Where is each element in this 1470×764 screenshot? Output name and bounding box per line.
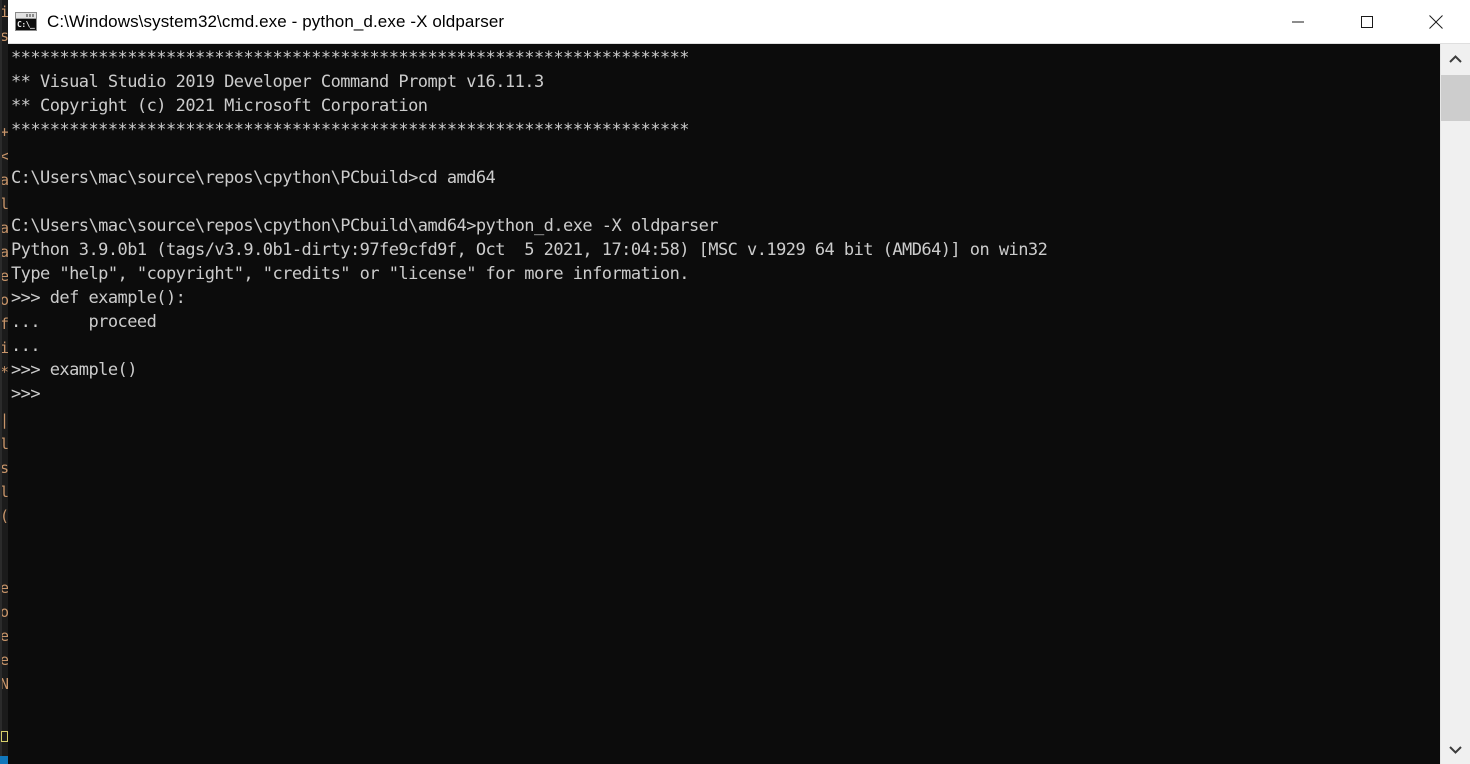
titlebar[interactable]: C:\_ C:\Windows\system32\cmd.exe - pytho…: [8, 0, 1470, 44]
scrollbar-thumb[interactable]: [1441, 75, 1470, 121]
background-window-strip: is +<alaaeofi* |lsl( eoeeN: [0, 0, 8, 764]
window-title: C:\Windows\system32\cmd.exe - python_d.e…: [47, 11, 505, 31]
console-line: Python 3.9.0b1 (tags/v3.9.0b1-dirty:97fe…: [11, 240, 1048, 260]
close-icon: [1428, 15, 1443, 29]
console-line: C:\Users\mac\source\repos\cpython\PCbuil…: [11, 216, 719, 236]
cmd-window: C:\_ C:\Windows\system32\cmd.exe - pytho…: [8, 0, 1470, 764]
console-text: ****************************************…: [11, 46, 1431, 406]
minimize-icon: [1291, 21, 1304, 23]
console-line: ** Copyright (c) 2021 Microsoft Corporat…: [11, 96, 428, 116]
close-button[interactable]: [1401, 0, 1470, 44]
cmd-console-icon: C:\_: [15, 12, 37, 31]
scrollbar-track[interactable]: [1441, 74, 1470, 734]
icon-prompt-text: C:\_: [16, 19, 36, 30]
background-highlight-box: [1, 731, 8, 742]
icon-dots: [26, 14, 35, 17]
chevron-down-icon: [1449, 745, 1462, 754]
console-line: ****************************************…: [11, 48, 690, 68]
background-statusbar: [0, 756, 8, 764]
console-line: >>> def example():: [11, 288, 186, 308]
scroll-up-button[interactable]: [1441, 44, 1470, 74]
console-output-area[interactable]: ****************************************…: [8, 44, 1470, 764]
console-line: ... proceed: [11, 312, 157, 332]
console-line: C:\Users\mac\source\repos\cpython\PCbuil…: [11, 168, 496, 188]
console-line: >>>: [11, 384, 41, 404]
chevron-up-icon: [1449, 54, 1462, 63]
window-controls: [1263, 0, 1470, 44]
console-line: ** Visual Studio 2019 Developer Command …: [11, 72, 544, 92]
vertical-scrollbar[interactable]: [1440, 44, 1470, 764]
maximize-icon: [1360, 16, 1373, 28]
console-line: >>> example(): [11, 360, 137, 380]
console-line: ****************************************…: [11, 120, 690, 140]
background-editor-gutter: [0, 0, 2, 764]
console-line: Type "help", "copyright", "credits" or "…: [11, 264, 690, 284]
minimize-button[interactable]: [1263, 0, 1332, 44]
console-line: ...: [11, 336, 41, 356]
scroll-down-button[interactable]: [1441, 734, 1470, 764]
maximize-button[interactable]: [1332, 0, 1401, 44]
